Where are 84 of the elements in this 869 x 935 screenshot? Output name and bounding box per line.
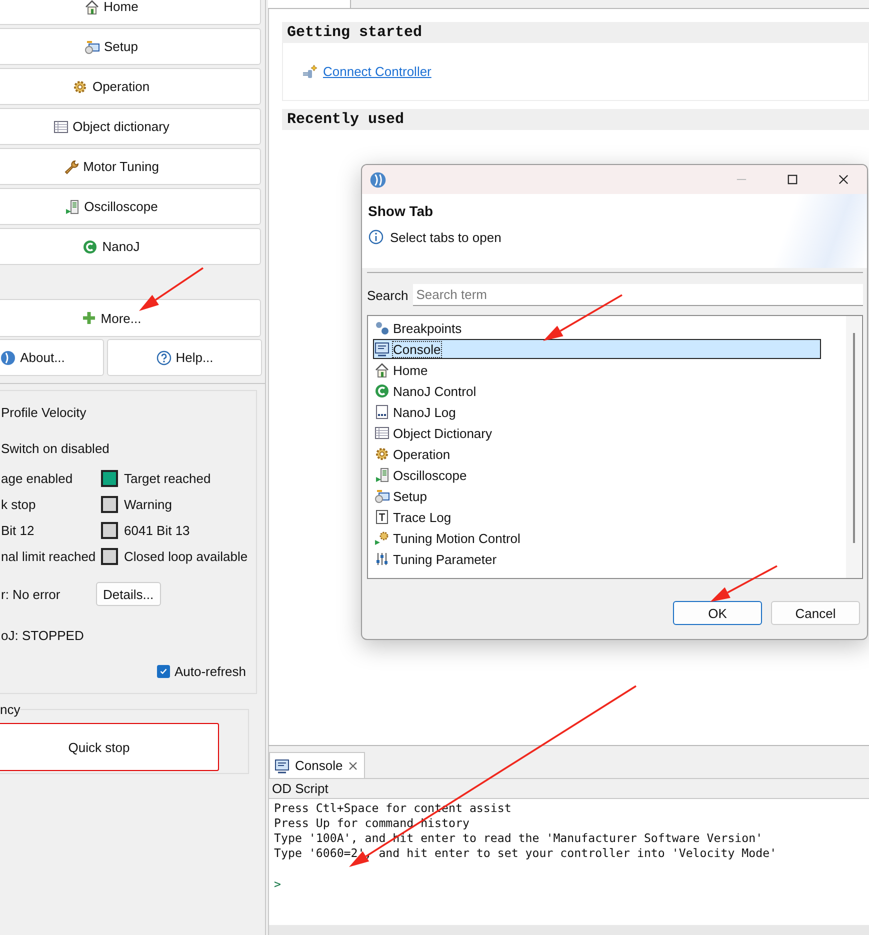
vertical-scrollbar[interactable] bbox=[846, 316, 861, 578]
auto-refresh-label: Auto-refresh bbox=[174, 664, 246, 678]
nav-button[interactable]: NanoJ bbox=[0, 228, 261, 265]
logo-icon bbox=[0, 350, 16, 366]
cancel-button[interactable]: Cancel bbox=[771, 601, 860, 625]
status-label: age enabled bbox=[1, 470, 74, 486]
list-item[interactable]: Home bbox=[373, 360, 821, 380]
dialog-message: Select tabs to open bbox=[390, 230, 502, 244]
error-text: r: No error bbox=[1, 586, 62, 602]
section-header: Getting started bbox=[282, 22, 869, 43]
auto-refresh-checkbox[interactable] bbox=[157, 664, 170, 678]
search-field[interactable]: Search term bbox=[413, 284, 863, 306]
app-logo-icon bbox=[369, 170, 387, 188]
maximize-icon[interactable] bbox=[787, 174, 798, 185]
state-text: Switch on disabled bbox=[1, 440, 110, 456]
nav-button[interactable]: Oscilloscope bbox=[0, 188, 261, 225]
nav-button[interactable]: Object dictionary bbox=[0, 108, 261, 145]
annotation-arrow bbox=[710, 565, 778, 602]
console-line: Press Up for command history bbox=[274, 816, 470, 831]
status-label: Bit 12 bbox=[1, 522, 36, 538]
list-item[interactable]: Tuning Motion Control bbox=[373, 528, 821, 548]
status-label: Closed loop available bbox=[124, 548, 248, 564]
mode-text: Profile Velocity bbox=[1, 404, 86, 420]
list-item[interactable]: Trace Log bbox=[373, 507, 821, 527]
close-icon[interactable] bbox=[838, 174, 849, 185]
gear-icon bbox=[72, 78, 88, 94]
nav-button[interactable]: Setup bbox=[0, 28, 261, 65]
table-icon bbox=[374, 425, 390, 441]
binary-document-icon bbox=[374, 404, 390, 420]
list-item[interactable]: Oscilloscope bbox=[373, 465, 821, 485]
connect-link[interactable]: Connect Controller bbox=[323, 64, 432, 79]
list-item[interactable]: Tuning Parameter bbox=[373, 549, 821, 569]
list-item[interactable]: Setup bbox=[373, 486, 821, 506]
details-button[interactable]: Details... bbox=[96, 582, 161, 606]
monitor-icon bbox=[274, 758, 290, 774]
c-circle-icon bbox=[82, 238, 98, 254]
plus-icon bbox=[80, 310, 97, 326]
dialog-heading: Show Tab bbox=[368, 203, 434, 219]
monitor-icon bbox=[374, 341, 390, 357]
sliders-icon bbox=[374, 551, 390, 567]
section-header: Recently used bbox=[282, 109, 869, 130]
quick-stop-button[interactable]: Quick stop bbox=[0, 723, 219, 771]
search-label: Search bbox=[367, 288, 408, 302]
about-button[interactable]: About... bbox=[0, 339, 104, 376]
nav-button[interactable]: Home bbox=[0, 0, 261, 25]
home-icon bbox=[84, 0, 100, 14]
list-item[interactable]: Console bbox=[373, 339, 821, 359]
list-item[interactable]: Breakpoints bbox=[373, 318, 821, 338]
nanoj-status-text: oJ: STOPPED bbox=[1, 628, 84, 642]
status-label: 6041 Bit 13 bbox=[124, 522, 190, 538]
c-circle-icon bbox=[374, 383, 390, 399]
annotation-arrow bbox=[139, 267, 204, 311]
document-play-icon bbox=[64, 198, 80, 214]
ok-button[interactable]: OK bbox=[673, 601, 762, 625]
status-label: nal limit reached bbox=[1, 548, 97, 564]
console-tab[interactable]: Console bbox=[269, 752, 365, 778]
nav-button[interactable]: Operation bbox=[0, 68, 261, 105]
more-button[interactable]: More... bbox=[0, 299, 261, 337]
play-gear-icon bbox=[374, 530, 390, 546]
list-item[interactable]: Object Dictionary bbox=[373, 423, 821, 443]
text-document-icon bbox=[374, 509, 390, 525]
list-item[interactable]: NanoJ Control bbox=[373, 381, 821, 401]
plug-icon bbox=[302, 64, 318, 80]
wrench-icon bbox=[63, 158, 80, 174]
help-icon bbox=[156, 350, 172, 366]
dots-icon bbox=[374, 320, 390, 336]
horizontal-scrollbar[interactable] bbox=[269, 925, 869, 935]
list-item[interactable]: Operation bbox=[373, 444, 821, 464]
status-label: Warning bbox=[124, 496, 172, 512]
status-label: k stop bbox=[1, 496, 37, 512]
info-icon bbox=[368, 229, 384, 245]
nav-button[interactable]: Motor Tuning bbox=[0, 148, 261, 185]
monitor-gear-icon bbox=[84, 38, 100, 54]
monitor-gear-icon bbox=[374, 488, 390, 504]
list-item[interactable]: NanoJ Log bbox=[373, 402, 821, 422]
help-button[interactable]: Help... bbox=[107, 339, 262, 376]
console-line: Type '6060=2', and hit enter to set your controller into 'Velocity Mode' bbox=[274, 846, 778, 861]
home-icon bbox=[374, 362, 390, 378]
table-icon bbox=[52, 118, 69, 134]
document-play-icon bbox=[374, 467, 390, 483]
group-legend: ncy bbox=[0, 702, 20, 717]
gear-icon bbox=[374, 446, 390, 462]
status-label: Target reached bbox=[124, 470, 211, 486]
console-prompt: > bbox=[274, 877, 282, 892]
